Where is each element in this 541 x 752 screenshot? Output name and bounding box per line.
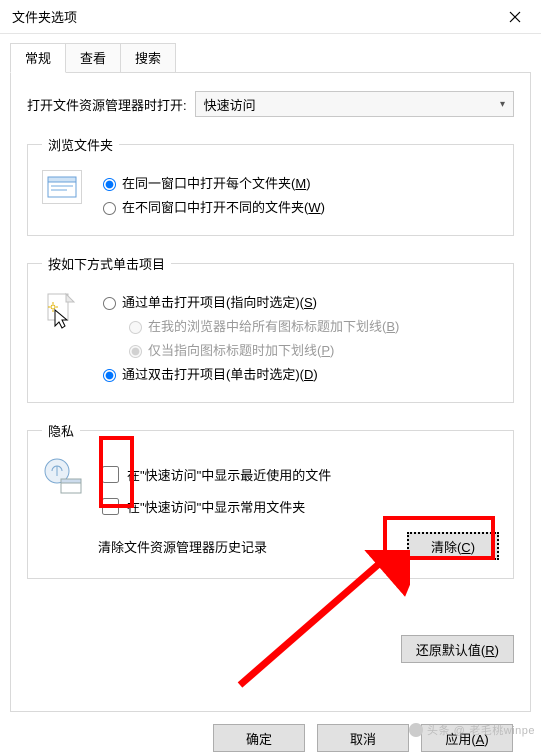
open-explorer-value: 快速访问 xyxy=(204,95,256,114)
group-browse: 浏览文件夹 在同一窗口中打开每个文件夹(M) 在不同窗口中打开不同的文件夹(W) xyxy=(27,135,514,236)
check-recent-files[interactable]: 在"快速访问"中显示最近使用的文件 xyxy=(98,463,499,486)
restore-defaults-button[interactable]: 还原默认值(R) xyxy=(401,635,514,663)
tab-strip: 常规 查看 搜索 xyxy=(10,42,531,72)
group-privacy-legend: 隐私 xyxy=(42,421,80,440)
cancel-button[interactable]: 取消 xyxy=(317,724,409,752)
check-frequent-folders-input[interactable] xyxy=(102,498,119,515)
radio-underline-all-input xyxy=(129,321,142,334)
close-button[interactable] xyxy=(495,3,535,31)
radio-new-window[interactable]: 在不同窗口中打开不同的文件夹(W) xyxy=(98,197,499,216)
tab-search[interactable]: 搜索 xyxy=(120,43,176,73)
tab-general[interactable]: 常规 xyxy=(10,43,66,73)
privacy-icon xyxy=(42,456,84,498)
chevron-down-icon: ▾ xyxy=(500,99,505,110)
tab-view[interactable]: 查看 xyxy=(65,43,121,73)
cursor-icon xyxy=(42,289,80,333)
open-explorer-label: 打开文件资源管理器时打开: xyxy=(27,95,187,114)
radio-underline-all: 在我的浏览器中给所有图标标题加下划线(B) xyxy=(124,316,499,335)
group-browse-legend: 浏览文件夹 xyxy=(42,135,119,154)
check-recent-files-input[interactable] xyxy=(102,466,119,483)
radio-single-click-input[interactable] xyxy=(103,297,116,310)
clear-history-label: 清除文件资源管理器历史记录 xyxy=(98,537,267,556)
watermark: 头条 @老毛桃winpe xyxy=(409,722,535,738)
group-click-legend: 按如下方式单击项目 xyxy=(42,254,171,273)
ok-button[interactable]: 确定 xyxy=(213,724,305,752)
watermark-avatar-icon xyxy=(409,723,423,737)
radio-double-click-input[interactable] xyxy=(103,369,116,382)
radio-underline-hover-input xyxy=(129,345,142,358)
radio-new-window-input[interactable] xyxy=(103,202,116,215)
radio-same-window[interactable]: 在同一窗口中打开每个文件夹(M) xyxy=(98,173,499,192)
radio-same-window-input[interactable] xyxy=(103,178,116,191)
close-icon xyxy=(509,11,521,23)
check-frequent-folders[interactable]: 在"快速访问"中显示常用文件夹 xyxy=(98,495,499,518)
tab-panel-general: 打开文件资源管理器时打开: 快速访问 ▾ 浏览文件夹 在同一窗口中打开每个文件夹… xyxy=(10,72,531,712)
window-title: 文件夹选项 xyxy=(12,7,77,26)
group-click: 按如下方式单击项目 通过单击打开项目(指向时选定)(S) 在我的浏览器中给所有图… xyxy=(27,254,514,403)
group-privacy: 隐私 在"快速访问"中显示最近使用的文件 在"快速访问"中显示常用文件夹 xyxy=(27,421,514,579)
titlebar: 文件夹选项 xyxy=(0,0,541,34)
radio-double-click[interactable]: 通过双击打开项目(单击时选定)(D) xyxy=(98,364,499,383)
radio-single-click[interactable]: 通过单击打开项目(指向时选定)(S) xyxy=(98,292,499,311)
radio-underline-hover: 仅当指向图标标题时加下划线(P) xyxy=(124,340,499,359)
clear-button[interactable]: 清除(C) xyxy=(407,532,499,560)
open-explorer-select[interactable]: 快速访问 ▾ xyxy=(195,91,514,117)
folder-window-icon xyxy=(42,170,82,204)
